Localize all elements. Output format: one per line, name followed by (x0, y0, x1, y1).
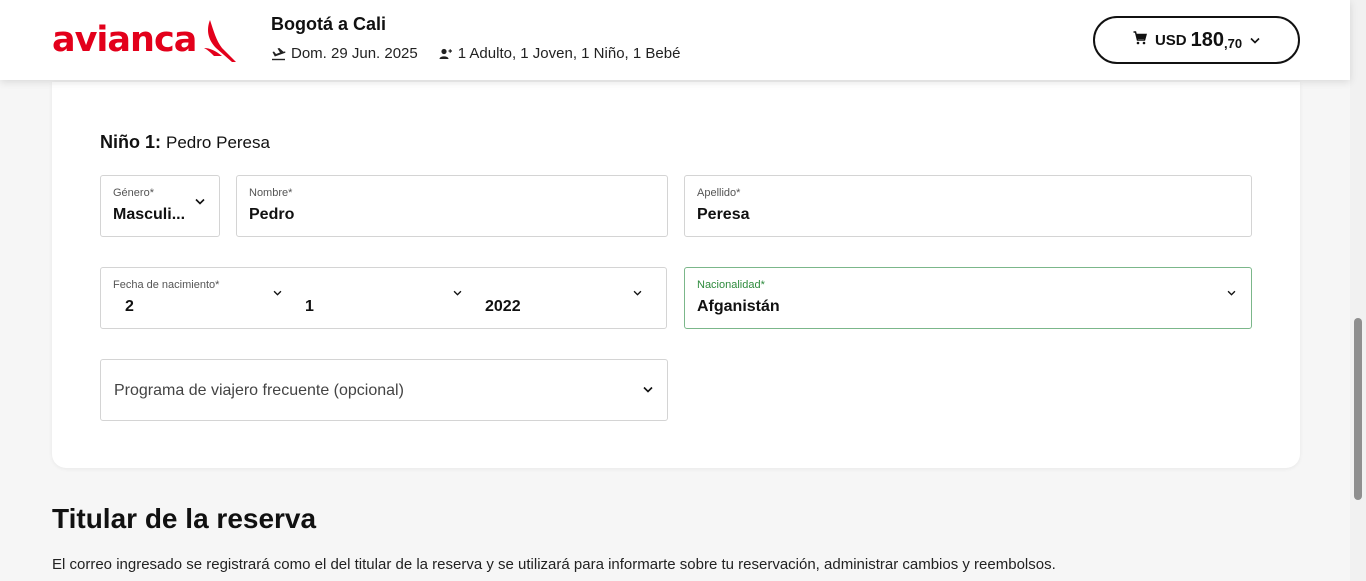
chevron-down-icon (195, 198, 205, 205)
passenger-heading-label: Niño 1: (100, 132, 161, 152)
nationality-value: Afganistán (697, 298, 780, 315)
first-name-value: Pedro (249, 206, 295, 223)
passenger-heading: Niño 1: Pedro Peresa (100, 132, 270, 153)
scrollbar-thumb[interactable] (1354, 318, 1362, 500)
top-header: avianca Bogotá a Cali Dom. 29 Jun. 2025 (0, 0, 1350, 80)
first-name-label: Nombre* (249, 187, 293, 199)
bird-logo-icon (202, 18, 238, 69)
last-name-field[interactable]: Apellido* Peresa (684, 175, 1252, 237)
chevron-down-icon[interactable] (273, 290, 282, 296)
chevron-down-icon (643, 386, 653, 393)
nationality-select[interactable]: Nacionalidad* Afganistán (684, 267, 1252, 329)
chevron-down-icon[interactable] (453, 290, 462, 296)
last-name-label: Apellido* (697, 187, 741, 199)
birth-month-value[interactable]: 1 (305, 298, 314, 316)
chevron-down-icon[interactable] (633, 290, 642, 296)
first-name-field[interactable]: Nombre* Pedro (236, 175, 668, 237)
passenger-heading-name: Pedro Peresa (166, 133, 270, 152)
cart-currency: USD (1154, 31, 1187, 49)
birth-date-label: Fecha de nacimiento* (113, 279, 220, 291)
page-scrollbar[interactable] (1350, 0, 1366, 581)
frequent-flyer-select[interactable]: Programa de viajero frecuente (opcional) (100, 359, 668, 421)
birth-date-field: Fecha de nacimiento* 2 1 2022 (100, 267, 667, 329)
gender-select[interactable]: Género* Masculi... (100, 175, 220, 237)
birth-year-value[interactable]: 2022 (485, 298, 521, 316)
chevron-down-icon (1250, 37, 1260, 44)
trip-date: Dom. 29 Jun. 2025 (291, 45, 418, 62)
gender-label: Género* (113, 187, 154, 199)
passengers-icon (439, 48, 453, 60)
cart-icon (1133, 30, 1147, 50)
trip-meta: Dom. 29 Jun. 2025 1 Adulto, 1 Joven, 1 N… (271, 45, 680, 62)
departure-plane-icon (271, 47, 286, 61)
route-title: Bogotá a Cali (271, 14, 387, 34)
nationality-label: Nacionalidad* (697, 279, 765, 291)
cart-total-button[interactable]: USD 180 ,70 (1093, 16, 1300, 64)
birth-day-value[interactable]: 2 (125, 298, 134, 316)
booking-holder-title: Titular de la reserva (52, 503, 317, 534)
frequent-flyer-placeholder: Programa de viajero frecuente (opcional) (114, 382, 404, 399)
booking-holder-description: El correo ingresado se registrará como e… (52, 556, 1056, 573)
gender-value: Masculi... (113, 206, 186, 223)
logo-text: avianca (52, 20, 197, 60)
chevron-down-icon (1227, 290, 1236, 296)
passengers-summary: 1 Adulto, 1 Joven, 1 Niño, 1 Bebé (439, 45, 681, 62)
cart-amount: 180 (1190, 28, 1224, 51)
avianca-logo[interactable]: avianca (52, 16, 238, 64)
last-name-value: Peresa (697, 206, 750, 223)
passengers-text: 1 Adulto, 1 Joven, 1 Niño, 1 Bebé (457, 45, 681, 62)
cart-cents: ,70 (1223, 35, 1243, 51)
passenger-card: Niño 1: Pedro Peresa Género* Masculi... … (52, 82, 1300, 468)
